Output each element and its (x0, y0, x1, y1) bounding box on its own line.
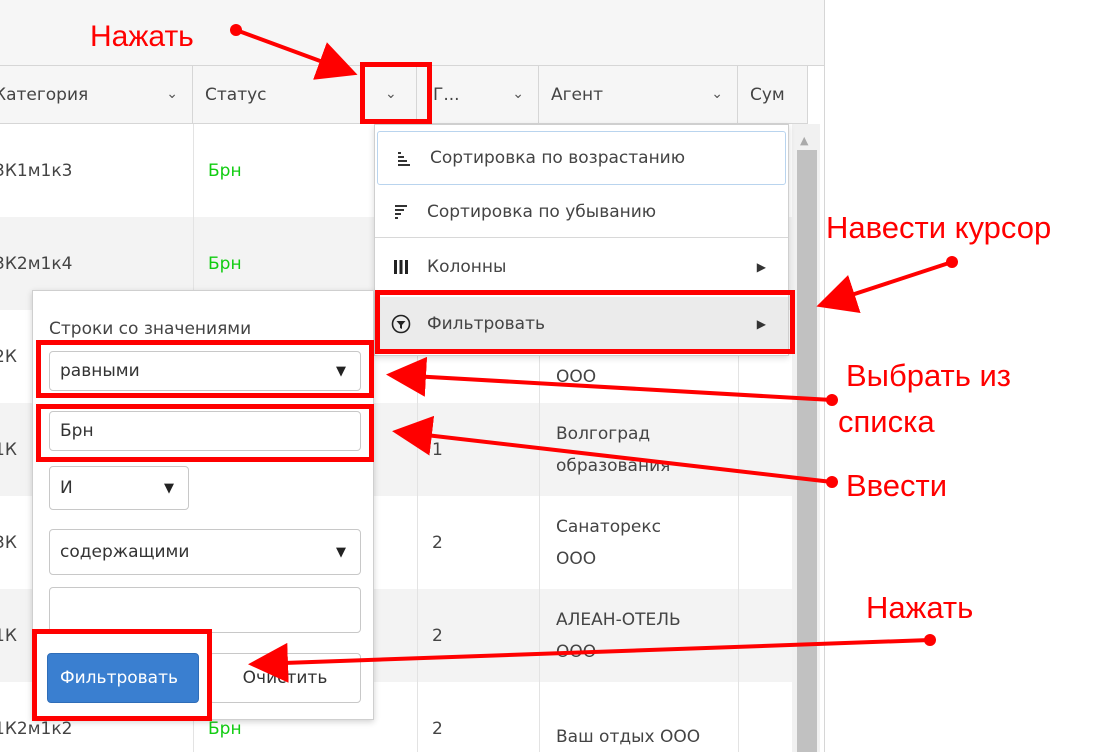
annotation-choose-line2: списка (838, 404, 935, 439)
arrow-line (816, 260, 953, 314)
annotation-hover: Навести курсор (826, 210, 1052, 245)
arrow-line (392, 415, 833, 484)
annotation-click-top: Нажать (90, 20, 194, 53)
annotation-click-bottom: Нажать (866, 590, 974, 625)
annotation-choose-line1: Выбрать из (846, 358, 1012, 393)
arrow-line (235, 28, 358, 80)
arrow-line (248, 638, 931, 683)
arrow-line (386, 356, 833, 402)
annotation-enter: Ввести (846, 468, 948, 503)
